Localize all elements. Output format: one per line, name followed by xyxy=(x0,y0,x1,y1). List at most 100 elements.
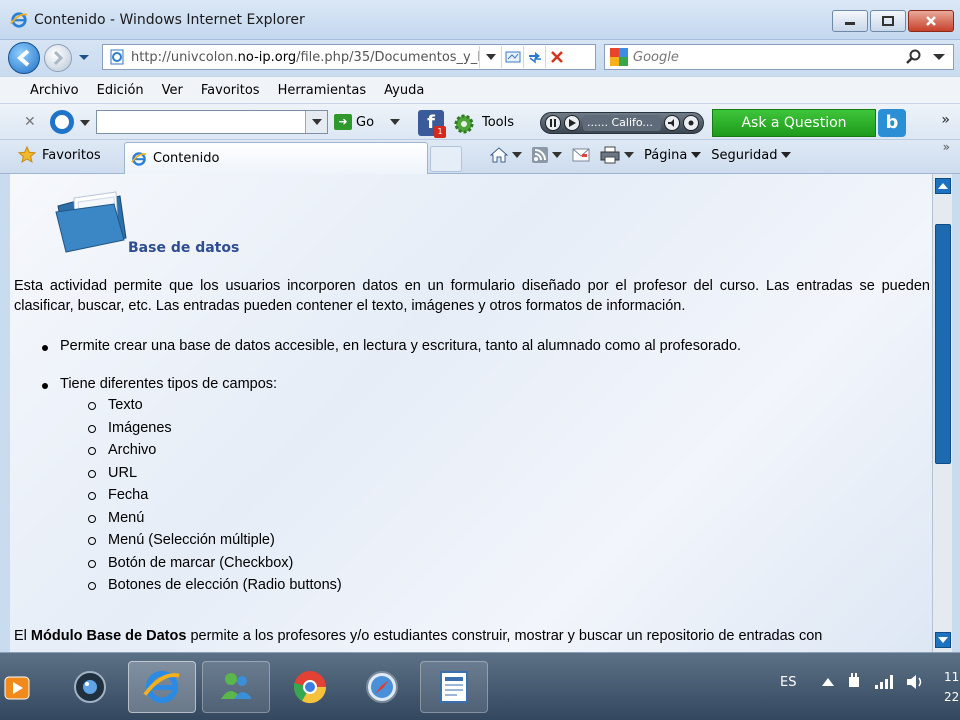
minimize-button[interactable] xyxy=(832,10,868,32)
arrow-down-icon xyxy=(938,637,948,643)
home-button[interactable] xyxy=(490,147,522,163)
media-pause-button[interactable] xyxy=(545,115,561,131)
minimize-icon xyxy=(845,22,855,25)
security-menu[interactable]: Seguridad xyxy=(711,148,792,163)
window-title: Contenido - Windows Internet Explorer xyxy=(34,12,305,28)
new-tab-button[interactable] xyxy=(430,146,462,172)
media-player: ...... Califo... xyxy=(540,112,704,134)
system-tray: ES xyxy=(780,673,924,691)
search-icon[interactable] xyxy=(905,48,923,66)
messenger-icon xyxy=(221,673,252,699)
field-type-item: Botones de elección (Radio buttons) xyxy=(88,574,920,597)
forward-button[interactable] xyxy=(44,44,72,72)
forward-arrow-icon xyxy=(53,50,64,66)
favorites-button[interactable]: Favoritos xyxy=(18,146,101,164)
network-signal-icon[interactable] xyxy=(874,674,894,690)
tab-label: Contenido xyxy=(153,151,220,166)
field-type-item: Botón de marcar (Checkbox) xyxy=(88,552,920,575)
scroll-up-button[interactable] xyxy=(935,178,951,194)
field-type-item: Texto xyxy=(88,394,920,417)
scroll-down-button[interactable] xyxy=(935,632,951,648)
media-volume-button[interactable] xyxy=(664,115,680,131)
toolbar-logo-icon[interactable] xyxy=(50,110,74,134)
address-dropdown-button[interactable] xyxy=(479,46,501,68)
page-menu-label: Página xyxy=(644,147,688,163)
print-button[interactable] xyxy=(600,146,634,164)
taskbar-document-app[interactable] xyxy=(420,661,488,713)
document-icon xyxy=(440,671,468,703)
module-paragraph: El Módulo Base de Datos permite a los pr… xyxy=(14,628,823,644)
back-button[interactable] xyxy=(8,42,40,74)
tab-contenido[interactable]: Contenido xyxy=(124,142,428,174)
search-box[interactable]: Google xyxy=(604,44,954,70)
taskbar-webcam-app[interactable] xyxy=(56,661,124,713)
menu-ver[interactable]: Ver xyxy=(162,83,183,98)
close-button[interactable] xyxy=(908,10,954,32)
mail-button[interactable] xyxy=(572,148,590,162)
taskbar-internet-explorer[interactable] xyxy=(128,661,196,713)
go-label: Go xyxy=(356,114,375,130)
page-menu[interactable]: Página xyxy=(644,147,702,163)
feature-list: Permite crear una base de datos accesibl… xyxy=(40,338,920,619)
scroll-thumb[interactable] xyxy=(935,224,951,464)
mail-icon xyxy=(572,148,590,162)
taskbar-media-app[interactable] xyxy=(0,661,34,713)
menu-ayuda[interactable]: Ayuda xyxy=(384,83,424,98)
refresh-button[interactable] xyxy=(523,46,545,68)
page-icon xyxy=(110,49,124,65)
clock[interactable]: 11 22 xyxy=(944,667,959,707)
feeds-button[interactable] xyxy=(532,147,562,163)
right-frame xyxy=(952,174,960,652)
show-hidden-icons-icon[interactable] xyxy=(822,678,835,686)
media-play-button[interactable] xyxy=(564,115,580,131)
field-type-item: Menú (Selección múltiple) xyxy=(88,529,920,552)
compatibility-view-button[interactable] xyxy=(501,46,523,68)
field-type-item: Fecha xyxy=(88,484,920,507)
maximize-button[interactable] xyxy=(870,10,906,32)
search-options-icon[interactable] xyxy=(929,52,949,62)
menu-edicion[interactable]: Edición xyxy=(97,83,144,98)
toolbar-logo-dropdown-icon[interactable] xyxy=(80,120,90,126)
stop-button[interactable] xyxy=(545,46,567,68)
command-bar-overflow-icon[interactable]: » xyxy=(943,140,950,154)
go-dropdown-icon[interactable] xyxy=(390,119,401,125)
taskbar-chrome[interactable] xyxy=(276,661,344,713)
address-url[interactable]: http://univcolon.no-ip.org/file.php/35/D… xyxy=(131,50,479,65)
field-type-item: Archivo xyxy=(88,439,920,462)
chrome-icon xyxy=(293,671,327,704)
google-logo-icon xyxy=(610,48,628,66)
field-type-item: URL xyxy=(88,462,920,485)
maximize-icon xyxy=(882,16,894,26)
field-type-item: Menú xyxy=(88,507,920,530)
vertical-scrollbar[interactable] xyxy=(932,174,952,652)
tools-label[interactable]: Tools xyxy=(482,115,514,130)
go-button[interactable]: ➜ Go xyxy=(334,114,401,130)
toolbar-search-input[interactable] xyxy=(96,110,328,134)
field-type-list: Texto Imágenes Archivo URL Fecha Menú Me… xyxy=(88,394,920,597)
gear-icon[interactable] xyxy=(452,112,476,136)
media-settings-button[interactable] xyxy=(683,115,699,131)
toolbar-overflow-icon[interactable]: » xyxy=(941,112,950,128)
power-plug-icon[interactable] xyxy=(846,673,862,691)
close-toolbar-icon[interactable]: ✕ xyxy=(24,114,36,130)
printer-icon xyxy=(600,146,620,164)
address-bar[interactable]: http://univcolon.no-ip.org/file.php/35/D… xyxy=(102,44,596,70)
history-dropdown-icon[interactable] xyxy=(78,54,90,62)
search-input[interactable]: Google xyxy=(633,50,905,65)
menu-archivo[interactable]: Archivo xyxy=(30,83,79,98)
menu-herramientas[interactable]: Herramientas xyxy=(278,83,367,98)
refresh-icon xyxy=(528,52,541,64)
menu-favoritos[interactable]: Favoritos xyxy=(201,83,260,98)
taskbar-safari[interactable] xyxy=(348,661,416,713)
pause-icon xyxy=(550,119,556,127)
chevron-down-icon xyxy=(691,152,702,158)
ask-a-question-button[interactable]: Ask a Question xyxy=(712,109,876,137)
toolbar-search-dropdown[interactable] xyxy=(305,111,327,133)
volume-icon[interactable] xyxy=(906,674,924,690)
chevron-down-icon xyxy=(311,119,322,125)
folder-icon xyxy=(55,191,127,253)
taskbar-messenger[interactable] xyxy=(202,661,270,713)
bing-icon[interactable]: b xyxy=(878,109,906,137)
language-indicator[interactable]: ES xyxy=(780,675,796,690)
media-track-title[interactable]: ...... Califo... xyxy=(583,115,661,131)
